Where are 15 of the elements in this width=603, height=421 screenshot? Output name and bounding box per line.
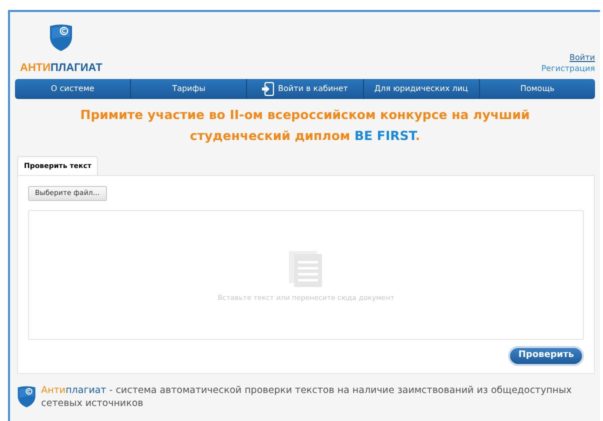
nav-item[interactable]: Тарифы bbox=[130, 79, 246, 99]
register-link[interactable]: Регистрация bbox=[541, 63, 595, 74]
headline: Примите участие во II-ом всероссийском конкурсе на лучший студенческий диплом BE FIRST. bbox=[79, 106, 531, 145]
document-icon bbox=[289, 250, 323, 287]
shield-icon bbox=[17, 384, 36, 410]
nav-item[interactable]: Помощь bbox=[478, 79, 595, 99]
check-button[interactable]: Проверить bbox=[508, 346, 584, 366]
nav-item[interactable]: Войти в кабинет bbox=[246, 79, 363, 99]
footer-description: Антиплагиат - система автоматической проверки текстов на наличие заимствований из общедоступных сетевых источников bbox=[41, 384, 573, 410]
logo-text: АНТИПЛАГИАТ bbox=[20, 60, 102, 76]
login-link[interactable]: Войти bbox=[570, 52, 595, 63]
nav-item[interactable]: О системе bbox=[15, 79, 130, 99]
login-icon bbox=[262, 82, 274, 96]
shield-logo-icon bbox=[49, 24, 74, 52]
nav-item[interactable]: Для юридических лиц bbox=[362, 79, 479, 99]
